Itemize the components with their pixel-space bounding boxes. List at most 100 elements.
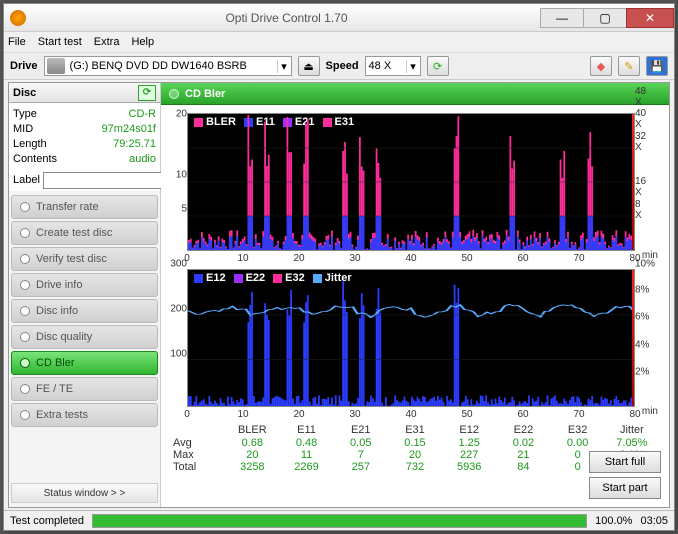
nav-disc-quality[interactable]: Disc quality bbox=[11, 325, 158, 349]
ytick-right: 2% bbox=[635, 366, 649, 377]
stats-cell: 0.05 bbox=[334, 437, 388, 449]
chart2-xaxis: 01020304050607080 bbox=[187, 409, 635, 421]
menu-file[interactable]: File bbox=[8, 36, 26, 48]
stats-cell: 20 bbox=[225, 449, 279, 461]
xtick: 70 bbox=[573, 253, 584, 264]
chevron-down-icon: ▾ bbox=[277, 60, 291, 73]
stats-row-label: Max bbox=[171, 449, 225, 461]
disc-refresh-button[interactable]: ⟳ bbox=[138, 85, 156, 101]
statusbar: Test completed 100.0% 03:05 bbox=[4, 510, 674, 530]
xtick: 70 bbox=[573, 409, 584, 420]
menu-help[interactable]: Help bbox=[131, 36, 154, 48]
header-dot-icon bbox=[169, 89, 179, 99]
nav-disc-info[interactable]: Disc info bbox=[11, 299, 158, 323]
stats-col: E21 bbox=[334, 423, 388, 437]
stats-cell: 11 bbox=[279, 449, 333, 461]
erase-button[interactable]: ◆ bbox=[590, 56, 612, 76]
progress-pct: 100.0% bbox=[595, 515, 632, 527]
app-window: Opti Drive Control 1.70 — ▢ ✕ File Start… bbox=[3, 3, 675, 531]
ytick-right: 8 X bbox=[635, 199, 642, 221]
drive-icon bbox=[47, 58, 65, 74]
stats-col: E11 bbox=[279, 423, 333, 437]
disc-mid-value: 97m24s01f bbox=[65, 123, 156, 135]
disc-contents-value: audio bbox=[65, 153, 156, 165]
xtick: 0 bbox=[184, 409, 190, 420]
charts-area: BLER E11 E21 E31 5 10 20 8 X 16 X 32 X 4… bbox=[161, 105, 669, 507]
content-title: CD Bler bbox=[185, 88, 225, 100]
disc-header: Disc ⟳ bbox=[9, 83, 160, 103]
stats-cell: 2269 bbox=[279, 461, 333, 473]
ytick: 200 bbox=[170, 304, 187, 315]
close-button[interactable]: ✕ bbox=[626, 8, 674, 28]
disc-info: TypeCD-R MID97m24s01f Length79:25.71 Con… bbox=[9, 103, 160, 169]
maximize-button[interactable]: ▢ bbox=[583, 8, 627, 28]
nav-label: Drive info bbox=[36, 279, 82, 291]
status-window-button[interactable]: Status window > > bbox=[11, 483, 158, 503]
nav-verify-test-disc[interactable]: Verify test disc bbox=[11, 247, 158, 271]
titlebar: Opti Drive Control 1.70 — ▢ ✕ bbox=[4, 4, 674, 32]
side-buttons: Start full Start part bbox=[589, 451, 661, 499]
stats-col: E12 bbox=[442, 423, 496, 437]
disc-length-label: Length bbox=[13, 138, 65, 150]
nav-label: Transfer rate bbox=[36, 201, 99, 213]
ytick-right: 16 X bbox=[635, 176, 646, 198]
nav-dot-icon bbox=[20, 332, 30, 342]
refresh-button[interactable]: ⟳ bbox=[427, 56, 449, 76]
drive-select[interactable]: (G:) BENQ DVD DD DW1640 BSRB ▾ bbox=[44, 56, 292, 76]
menu-extra[interactable]: Extra bbox=[94, 36, 120, 48]
save-button[interactable]: 💾 bbox=[646, 56, 668, 76]
nav-extra-tests[interactable]: Extra tests bbox=[11, 403, 158, 427]
speed-label: Speed bbox=[326, 60, 359, 72]
nav-label: CD Bler bbox=[36, 357, 75, 369]
toolbar: Drive (G:) BENQ DVD DD DW1640 BSRB ▾ ⏏ S… bbox=[4, 52, 674, 80]
speed-value: 48 X bbox=[366, 60, 406, 72]
chart1-xaxis: 01020304050607080 bbox=[187, 253, 635, 265]
nav-drive-info[interactable]: Drive info bbox=[11, 273, 158, 297]
ytick-right: 6% bbox=[635, 312, 649, 323]
screenshot-button[interactable]: ✎ bbox=[618, 56, 640, 76]
ytick-right: 32 X bbox=[635, 131, 646, 153]
label-label: Label bbox=[13, 174, 40, 186]
xtick: 30 bbox=[349, 409, 360, 420]
start-full-button[interactable]: Start full bbox=[589, 451, 661, 473]
stats-cell: 5936 bbox=[442, 461, 496, 473]
ytick-right: 4% bbox=[635, 339, 649, 350]
nav-dot-icon bbox=[20, 410, 30, 420]
stats-cell: 7 bbox=[334, 449, 388, 461]
stats-cell: 1.25 bbox=[442, 437, 496, 449]
chevron-down-icon: ▾ bbox=[406, 60, 420, 73]
xtick: 60 bbox=[517, 409, 528, 420]
window-title: Opti Drive Control 1.70 bbox=[32, 11, 541, 25]
stats-col: E31 bbox=[388, 423, 442, 437]
stats-cell: 3258 bbox=[225, 461, 279, 473]
stats-col: BLER bbox=[225, 423, 279, 437]
xtick: 40 bbox=[405, 409, 416, 420]
nav-label: FE / TE bbox=[36, 383, 73, 395]
left-panel: Disc ⟳ TypeCD-R MID97m24s01f Length79:25… bbox=[9, 83, 161, 507]
xtick: 50 bbox=[461, 253, 472, 264]
nav-create-test-disc[interactable]: Create test disc bbox=[11, 221, 158, 245]
stats-cell: 0.02 bbox=[496, 437, 550, 449]
disc-type-label: Type bbox=[13, 108, 65, 120]
stats-cell: 0.15 bbox=[388, 437, 442, 449]
nav-dot-icon bbox=[20, 228, 30, 238]
progress-fill bbox=[93, 515, 586, 527]
eject-button[interactable]: ⏏ bbox=[298, 56, 320, 76]
minimize-button[interactable]: — bbox=[540, 8, 584, 28]
drive-value: (G:) BENQ DVD DD DW1640 BSRB bbox=[67, 60, 277, 72]
menu-start-test[interactable]: Start test bbox=[38, 36, 82, 48]
nav: Transfer rate Create test disc Verify te… bbox=[9, 191, 160, 479]
ytick: 300 bbox=[170, 259, 187, 270]
nav-fe-te[interactable]: FE / TE bbox=[11, 377, 158, 401]
ytick-right: 10% bbox=[635, 259, 655, 270]
chart-jitter: E12 E22 E32 Jitter 100 200 300 2% 4% 6% … bbox=[187, 269, 635, 407]
start-part-button[interactable]: Start part bbox=[589, 477, 661, 499]
xtick: 30 bbox=[349, 253, 360, 264]
ytick-right: 8% bbox=[635, 285, 649, 296]
speed-select[interactable]: 48 X ▾ bbox=[365, 56, 421, 76]
ytick-right: 48 X bbox=[635, 86, 646, 108]
stats-col: Jitter bbox=[605, 423, 659, 437]
stats-col: E32 bbox=[551, 423, 605, 437]
nav-transfer-rate[interactable]: Transfer rate bbox=[11, 195, 158, 219]
nav-cd-bler[interactable]: CD Bler bbox=[11, 351, 158, 375]
